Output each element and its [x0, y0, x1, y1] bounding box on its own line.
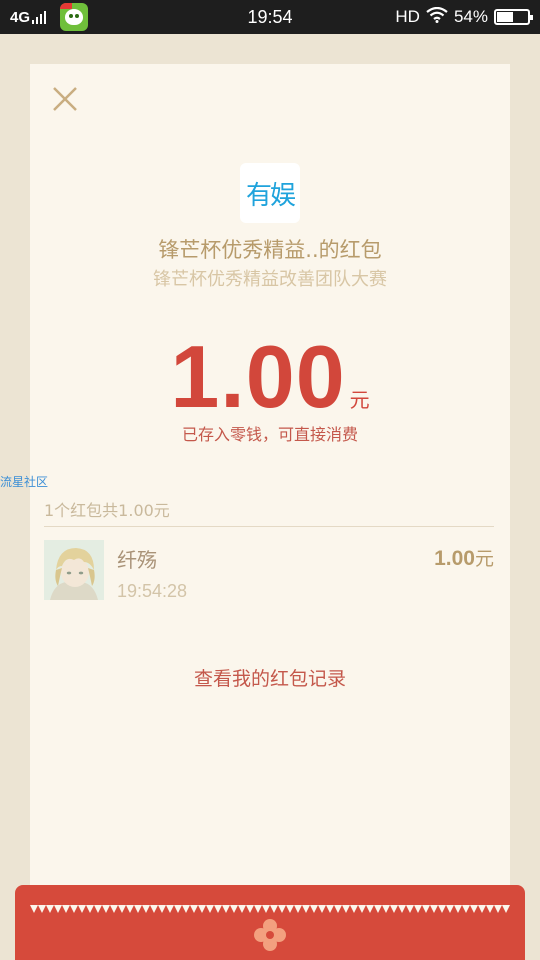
hd-indicator: HD	[395, 7, 420, 26]
amount-display: 1.00 元	[30, 326, 510, 428]
records-summary: 1个红包共1.00元	[44, 501, 170, 520]
view-my-records-link[interactable]: 查看我的红包记录	[30, 664, 510, 691]
amount-note: 已存入零钱，可直接消费	[181, 425, 358, 444]
close-icon[interactable]	[52, 86, 78, 112]
amount-value: 1.00	[170, 327, 346, 426]
flower-icon	[254, 919, 286, 951]
status-right: HD 54%	[395, 0, 533, 34]
watermark-text: 流星社区	[0, 475, 49, 489]
record-amount: 1.00元	[434, 544, 494, 571]
logo-text: 有娱	[245, 180, 296, 211]
card-torn-edge	[30, 905, 510, 913]
record-time: 19:54:28	[117, 581, 188, 601]
red-packet-detail-card: 有娱 锋芒杯优秀精益..的红包 锋芒杯优秀精益改善团队大赛 1.00 元 已存入零…	[30, 64, 510, 910]
greeting-message: 锋芒杯优秀精益改善团队大赛	[153, 269, 387, 290]
record-user-name: 纤殇	[117, 548, 157, 572]
record-amount-unit: 元	[474, 549, 494, 570]
record-row[interactable]: 纤殇 19:54:28 1.00元	[44, 540, 494, 604]
sender-name: 锋芒杯优秀精益..的红包	[158, 238, 382, 262]
amount-unit: 元	[349, 388, 370, 412]
sender-logo: 有娱	[240, 163, 300, 223]
wifi-icon	[426, 6, 448, 28]
battery-percent: 54%	[453, 7, 488, 26]
avatar[interactable]	[44, 540, 104, 600]
status-bar: 4G 19:54 HD 54%	[0, 0, 540, 34]
divider	[44, 526, 494, 527]
record-amount-value: 1.00	[434, 547, 475, 570]
red-envelope-base	[15, 885, 525, 960]
battery-icon	[494, 9, 533, 25]
battery-fill	[497, 12, 513, 22]
